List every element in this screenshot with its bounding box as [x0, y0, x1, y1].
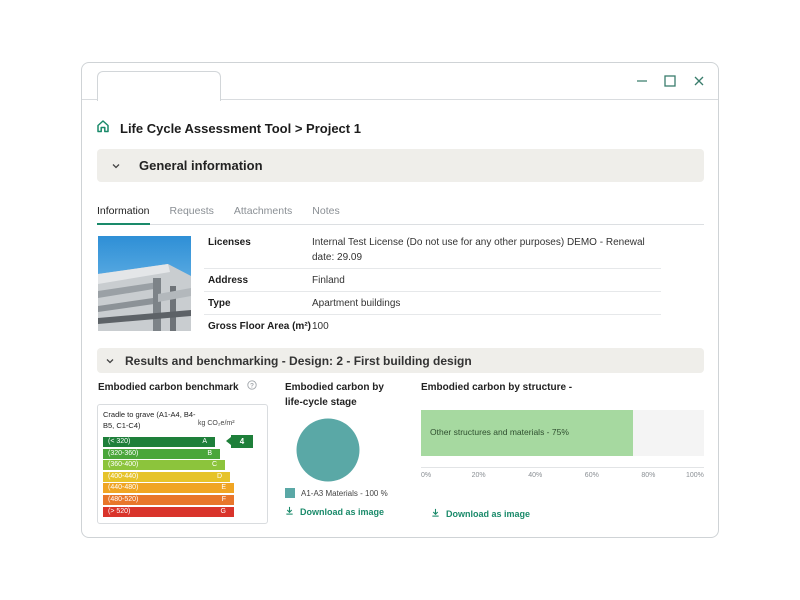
benchmark-marker: 4 [226, 435, 253, 448]
axis-tick-label: 80% [641, 472, 656, 479]
download-icon [285, 506, 294, 517]
lifecycle-download-button[interactable]: Download as image [285, 506, 384, 517]
band-grade: G [220, 507, 226, 515]
info-row-address: Address Finland [204, 269, 661, 292]
pie-slice-a1-a3[interactable] [296, 418, 360, 482]
results-section-header[interactable]: Results and benchmarking - Design: 2 - F… [97, 348, 704, 373]
help-icon[interactable]: ? [246, 380, 257, 395]
tab-attachments[interactable]: Attachments [234, 199, 292, 225]
axis-tick-label: 60% [584, 472, 599, 479]
browser-tab[interactable] [97, 71, 221, 101]
benchmark-band-g: (> 520) G [103, 506, 234, 517]
info-key: Licenses [208, 237, 251, 248]
home-icon[interactable] [96, 119, 110, 138]
lifecycle-title: Embodied carbon by life-cycle stage [285, 382, 384, 408]
title-bar [82, 63, 718, 101]
close-icon[interactable] [691, 73, 707, 89]
band-range: (> 520) [108, 507, 131, 515]
download-icon [431, 508, 440, 519]
structure-axis-ticks: 0% 20% 40% 60% 80% 100% [421, 472, 704, 484]
legend-label: A1-A3 Materials - 100 % [301, 488, 388, 498]
structure-bar-label: Other structures and materials - 75% [430, 427, 569, 437]
band-range: (440-480) [108, 484, 139, 492]
tab-requests[interactable]: Requests [170, 199, 214, 225]
info-tabs: Information Requests Attachments Notes [97, 199, 704, 225]
download-label: Download as image [300, 506, 385, 517]
tab-information[interactable]: Information [97, 199, 150, 225]
axis-tick-label: 100% [686, 472, 704, 479]
legend-swatch [285, 488, 295, 498]
info-value: Internal Test License (Do not use for an… [312, 237, 645, 263]
page-title: Life Cycle Assessment Tool > Project 1 [120, 121, 361, 136]
benchmark-scope: Cradle to grave (A1-A4, B4-B5, C1-C4) [103, 410, 196, 430]
band-range: (< 320) [108, 438, 131, 445]
info-value: Apartment buildings [312, 298, 401, 309]
benchmark-band-f: (480-520) F [103, 495, 234, 505]
axis-tick-label: 20% [471, 472, 486, 479]
building-photo [98, 236, 191, 331]
benchmark-band-a: (< 320) A [103, 437, 215, 447]
benchmark-band-b: (320-360) B [103, 448, 220, 459]
info-value: 100 [312, 321, 329, 332]
lifecycle-legend: A1-A3 Materials - 100 % [285, 488, 388, 498]
axis-tick-label: 40% [528, 472, 543, 479]
info-row-type: Type Apartment buildings [204, 292, 661, 315]
band-grade: D [216, 472, 222, 480]
benchmark-unit: kg CO₂e/m² [198, 420, 235, 427]
chevron-down-icon [103, 354, 117, 368]
svg-text:?: ? [250, 382, 254, 389]
band-range: (320-360) [108, 449, 139, 457]
band-grade: F [221, 496, 226, 503]
chevron-down-icon [109, 159, 123, 173]
band-grade: C [211, 461, 217, 469]
tab-notes[interactable]: Notes [312, 199, 339, 225]
band-range: (400-440) [108, 472, 139, 480]
benchmark-title-row: Embodied carbon benchmark ? [98, 380, 257, 395]
benchmark-band-d: (400-440) D [103, 471, 230, 482]
band-grade: B [207, 449, 212, 457]
band-range: (480-520) [108, 496, 139, 503]
info-value: Finland [312, 275, 345, 286]
benchmark-band-c: (360-400) C [103, 460, 225, 471]
axis-tick-label: 0% [421, 472, 432, 479]
minimize-icon[interactable] [634, 73, 650, 89]
band-grade: A [202, 438, 207, 445]
info-row-licenses: Licenses Internal Test License (Do not u… [204, 231, 661, 269]
maximize-icon[interactable] [662, 73, 678, 89]
structure-axis-line [421, 467, 704, 468]
download-label: Download as image [446, 508, 531, 519]
lifecycle-pie-chart [296, 418, 360, 482]
project-info-table: Licenses Internal Test License (Do not u… [204, 231, 661, 337]
benchmark-scale: Cradle to grave (A1-A4, B4-B5, C1-C4) kg… [97, 404, 268, 524]
structure-download-button[interactable]: Download as image [431, 508, 530, 519]
info-row-gross-floor-area: Gross Floor Area (m²) 100 [204, 315, 661, 337]
structure-title: Embodied carbon by structure - [421, 382, 573, 393]
benchmark-title: Embodied carbon benchmark [98, 382, 239, 393]
info-key: Gross Floor Area (m²) [208, 321, 311, 332]
general-information-section-header[interactable]: General information [97, 149, 704, 182]
section-title: Results and benchmarking - Design: 2 - F… [125, 353, 472, 368]
info-key: Address [208, 275, 249, 286]
page-header: Life Cycle Assessment Tool > Project 1 [96, 119, 361, 138]
band-grade: E [221, 484, 226, 492]
benchmark-band-e: (440-480) E [103, 483, 234, 494]
structure-bar-chart: Other structures and materials - 75% [421, 410, 704, 456]
app-window: Life Cycle Assessment Tool > Project 1 G… [81, 62, 719, 538]
info-key: Type [208, 298, 231, 309]
section-title: General information [139, 158, 263, 173]
band-range: (360-400) [108, 461, 139, 469]
